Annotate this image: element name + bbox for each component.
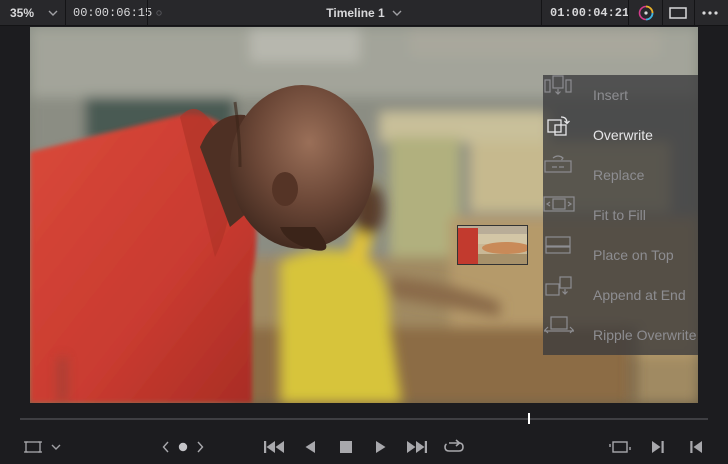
color-wheel-icon[interactable] <box>636 4 656 22</box>
safe-area-chevron-down-icon[interactable] <box>47 432 65 462</box>
zoom-chevron-down-icon[interactable] <box>48 0 58 26</box>
safe-area-icon[interactable] <box>22 432 44 462</box>
scrubber-track[interactable] <box>20 418 708 420</box>
overlay-label: Append at End <box>593 287 686 303</box>
divider <box>628 0 629 26</box>
next-clip-icon[interactable] <box>192 432 208 462</box>
fit-to-fill-icon <box>543 195 593 235</box>
play-icon[interactable] <box>371 432 391 462</box>
mark-out-icon[interactable] <box>647 432 669 462</box>
go-to-start-icon[interactable] <box>261 432 287 462</box>
overlay-label: Ripple Overwrite <box>593 327 697 343</box>
edit-overlay-menu: Insert Overwrite Replace Fit to Fill Pla… <box>543 75 698 355</box>
timeline-timecode: 01:00:04:21 <box>550 6 630 20</box>
source-timecode: 00:00:06:15 <box>73 6 153 20</box>
overlay-label: Insert <box>593 87 629 103</box>
viewer-header: 35% 00:00:06:15 Timeline 1 01:00:04:21 <box>0 0 728 26</box>
loop-icon[interactable] <box>441 432 467 462</box>
zoom-level[interactable]: 35% <box>10 0 34 26</box>
playhead[interactable] <box>528 413 530 424</box>
divider <box>541 0 542 26</box>
append-at-end-icon <box>543 275 593 315</box>
divider <box>694 0 695 26</box>
drop-clip-thumbnail[interactable] <box>457 225 528 265</box>
video-viewer[interactable]: Insert Overwrite Replace Fit to Fill Pla… <box>30 27 698 403</box>
replace-icon <box>543 155 593 195</box>
transport-controls <box>0 432 728 462</box>
timeline-name[interactable]: Timeline 1 <box>326 6 384 20</box>
go-to-end-icon[interactable] <box>404 432 430 462</box>
more-options-icon[interactable] <box>700 4 720 22</box>
overlay-label: Replace <box>593 167 645 183</box>
place-on-top-icon <box>543 235 593 275</box>
viewer-layout-icon[interactable] <box>668 4 688 22</box>
ripple-overwrite-icon <box>543 315 593 355</box>
jog-dot-icon[interactable] <box>175 432 191 462</box>
overlay-item-append-at-end[interactable]: Append at End <box>543 275 698 315</box>
overlay-item-ripple-overwrite[interactable]: Ripple Overwrite <box>543 315 698 355</box>
overwrite-icon <box>543 115 593 155</box>
play-reverse-icon[interactable] <box>300 432 320 462</box>
overlay-label: Place on Top <box>593 247 674 263</box>
stop-icon[interactable] <box>336 432 356 462</box>
prev-clip-icon[interactable] <box>158 432 174 462</box>
overlay-item-fit-to-fill[interactable]: Fit to Fill <box>543 195 698 235</box>
small-dot-icon <box>156 0 162 26</box>
divider <box>65 0 66 26</box>
mark-in-icon[interactable] <box>685 432 707 462</box>
overlay-item-insert[interactable]: Insert <box>543 75 698 115</box>
timeline-chevron-down-icon[interactable] <box>392 10 402 16</box>
overlay-item-overwrite[interactable]: Overwrite <box>543 115 698 155</box>
match-frame-icon[interactable] <box>607 432 633 462</box>
overlay-label: Overwrite <box>593 127 653 143</box>
insert-icon <box>543 75 593 115</box>
overlay-item-replace[interactable]: Replace <box>543 155 698 195</box>
divider <box>147 0 148 26</box>
divider <box>662 0 663 26</box>
overlay-item-place-on-top[interactable]: Place on Top <box>543 235 698 275</box>
overlay-label: Fit to Fill <box>593 207 646 223</box>
